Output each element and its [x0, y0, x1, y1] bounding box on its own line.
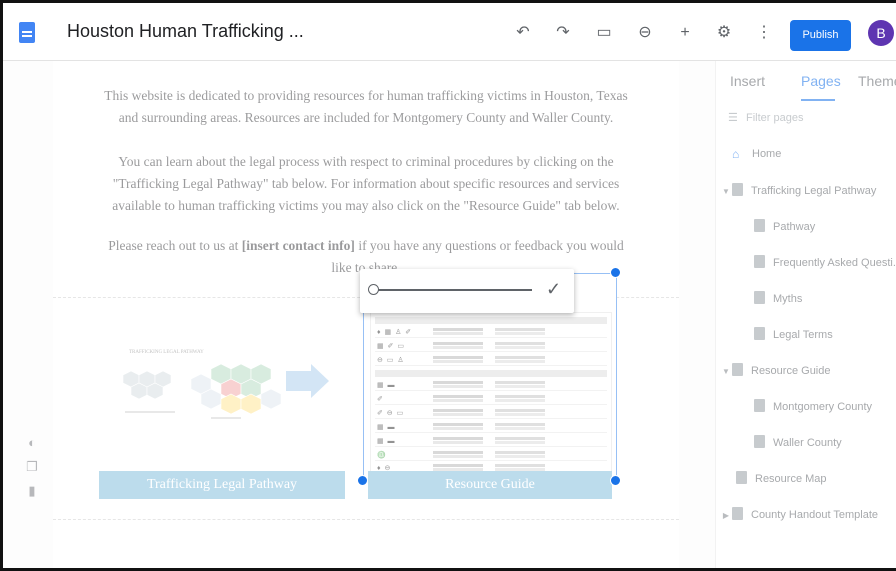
image-zoom-popup[interactable]: ✓ — [360, 269, 574, 313]
page-icon — [732, 363, 743, 376]
avatar[interactable]: B — [868, 20, 894, 46]
palette-icon[interactable]: ◐ — [25, 436, 39, 450]
page-item-waller-county[interactable]: Waller County — [754, 435, 842, 455]
page-item-resource-guide[interactable]: ▼ Resource Guide — [720, 363, 831, 383]
page-icon — [754, 327, 765, 340]
page-label: County Handout Template — [751, 509, 878, 521]
page-icon — [754, 255, 765, 268]
link-icon[interactable]: ⊖ — [635, 23, 655, 43]
settings-icon[interactable]: ⚙ — [714, 23, 734, 43]
preview-icon[interactable]: ▭ — [594, 23, 614, 43]
page-item-legal-terms[interactable]: Legal Terms — [754, 327, 833, 347]
page-icon — [754, 435, 765, 448]
publish-button[interactable]: Publish — [790, 20, 851, 51]
sites-logo-icon[interactable] — [19, 22, 35, 43]
page-item-montgomery-county[interactable]: Montgomery County — [754, 399, 872, 419]
page-label: Montgomery County — [773, 401, 873, 413]
page-icon — [732, 507, 743, 520]
tab-insert[interactable]: Insert — [730, 73, 765, 89]
page-item-pathway[interactable]: Pathway — [754, 219, 815, 239]
page-icon — [754, 399, 765, 412]
page-item-home[interactable]: ⌂ Home — [732, 147, 781, 167]
panel-tabs: Insert Pages Themes — [716, 61, 896, 101]
home-icon: ⌂ — [732, 147, 740, 161]
page-item-county-handout-template[interactable]: ▶ County Handout Template — [720, 507, 878, 527]
site-title[interactable]: Houston Human Trafficking ... — [67, 21, 304, 42]
page-icon — [754, 291, 765, 304]
top-bar: Houston Human Trafficking ... ↶ ↷ ▭ ⊖ + … — [3, 3, 896, 61]
page-icon — [732, 183, 743, 196]
resize-handle-bottom-left[interactable] — [357, 475, 368, 486]
resize-handle-bottom-right[interactable] — [610, 475, 621, 486]
page-label: Resource Guide — [751, 365, 831, 377]
page-icon — [736, 471, 747, 484]
app-window: Houston Human Trafficking ... ↶ ↷ ▭ ⊖ + … — [0, 0, 896, 571]
page-item-myths[interactable]: Myths — [754, 291, 802, 311]
page-item-faq[interactable]: Frequently Asked Questi... — [754, 255, 896, 275]
tab-themes[interactable]: Themes — [858, 73, 896, 89]
delete-icon[interactable]: ▮ — [25, 484, 39, 498]
duplicate-icon[interactable]: ❐ — [25, 460, 39, 474]
page-label: Legal Terms — [773, 329, 833, 341]
page-label: Frequently Asked Questi... — [773, 257, 896, 269]
redo-icon[interactable]: ↷ — [553, 23, 573, 43]
page-item-resource-map[interactable]: Resource Map — [736, 471, 827, 491]
confirm-check-icon[interactable]: ✓ — [546, 279, 561, 300]
active-tab-indicator — [801, 99, 835, 101]
page-item-trafficking-legal-pathway[interactable]: ▼ Trafficking Legal Pathway — [720, 183, 876, 203]
page-label: Resource Map — [755, 473, 827, 485]
expand-caret-icon[interactable]: ▼ — [720, 187, 732, 196]
right-panel: Insert Pages Themes ☰Filter pages ⌂Home … — [715, 61, 896, 568]
page-icon — [754, 219, 765, 232]
zoom-slider-track[interactable] — [372, 289, 532, 291]
filter-pages-input[interactable]: ☰ Filter pages — [728, 111, 803, 124]
more-icon[interactable]: ⋮ — [754, 23, 774, 43]
page-label: Home — [752, 148, 782, 160]
section-tools: ◐ ❐ ▮ — [25, 436, 41, 508]
expand-caret-icon[interactable]: ▼ — [720, 367, 732, 376]
share-icon[interactable]: + — [675, 23, 695, 43]
image-overlay-layer: ✓ — [53, 61, 679, 568]
resize-handle-top-right[interactable] — [610, 267, 621, 278]
expand-caret-icon[interactable]: ▶ — [720, 511, 732, 520]
tab-pages[interactable]: Pages — [801, 73, 841, 89]
filter-icon: ☰ — [728, 112, 738, 124]
zoom-slider-handle[interactable] — [368, 284, 379, 295]
page-label: Waller County — [773, 437, 842, 449]
page-label: Myths — [773, 293, 803, 305]
undo-icon[interactable]: ↶ — [513, 23, 533, 43]
page-label: Trafficking Legal Pathway — [751, 185, 877, 197]
filter-placeholder: Filter pages — [746, 112, 804, 124]
page-label: Pathway — [773, 221, 816, 233]
